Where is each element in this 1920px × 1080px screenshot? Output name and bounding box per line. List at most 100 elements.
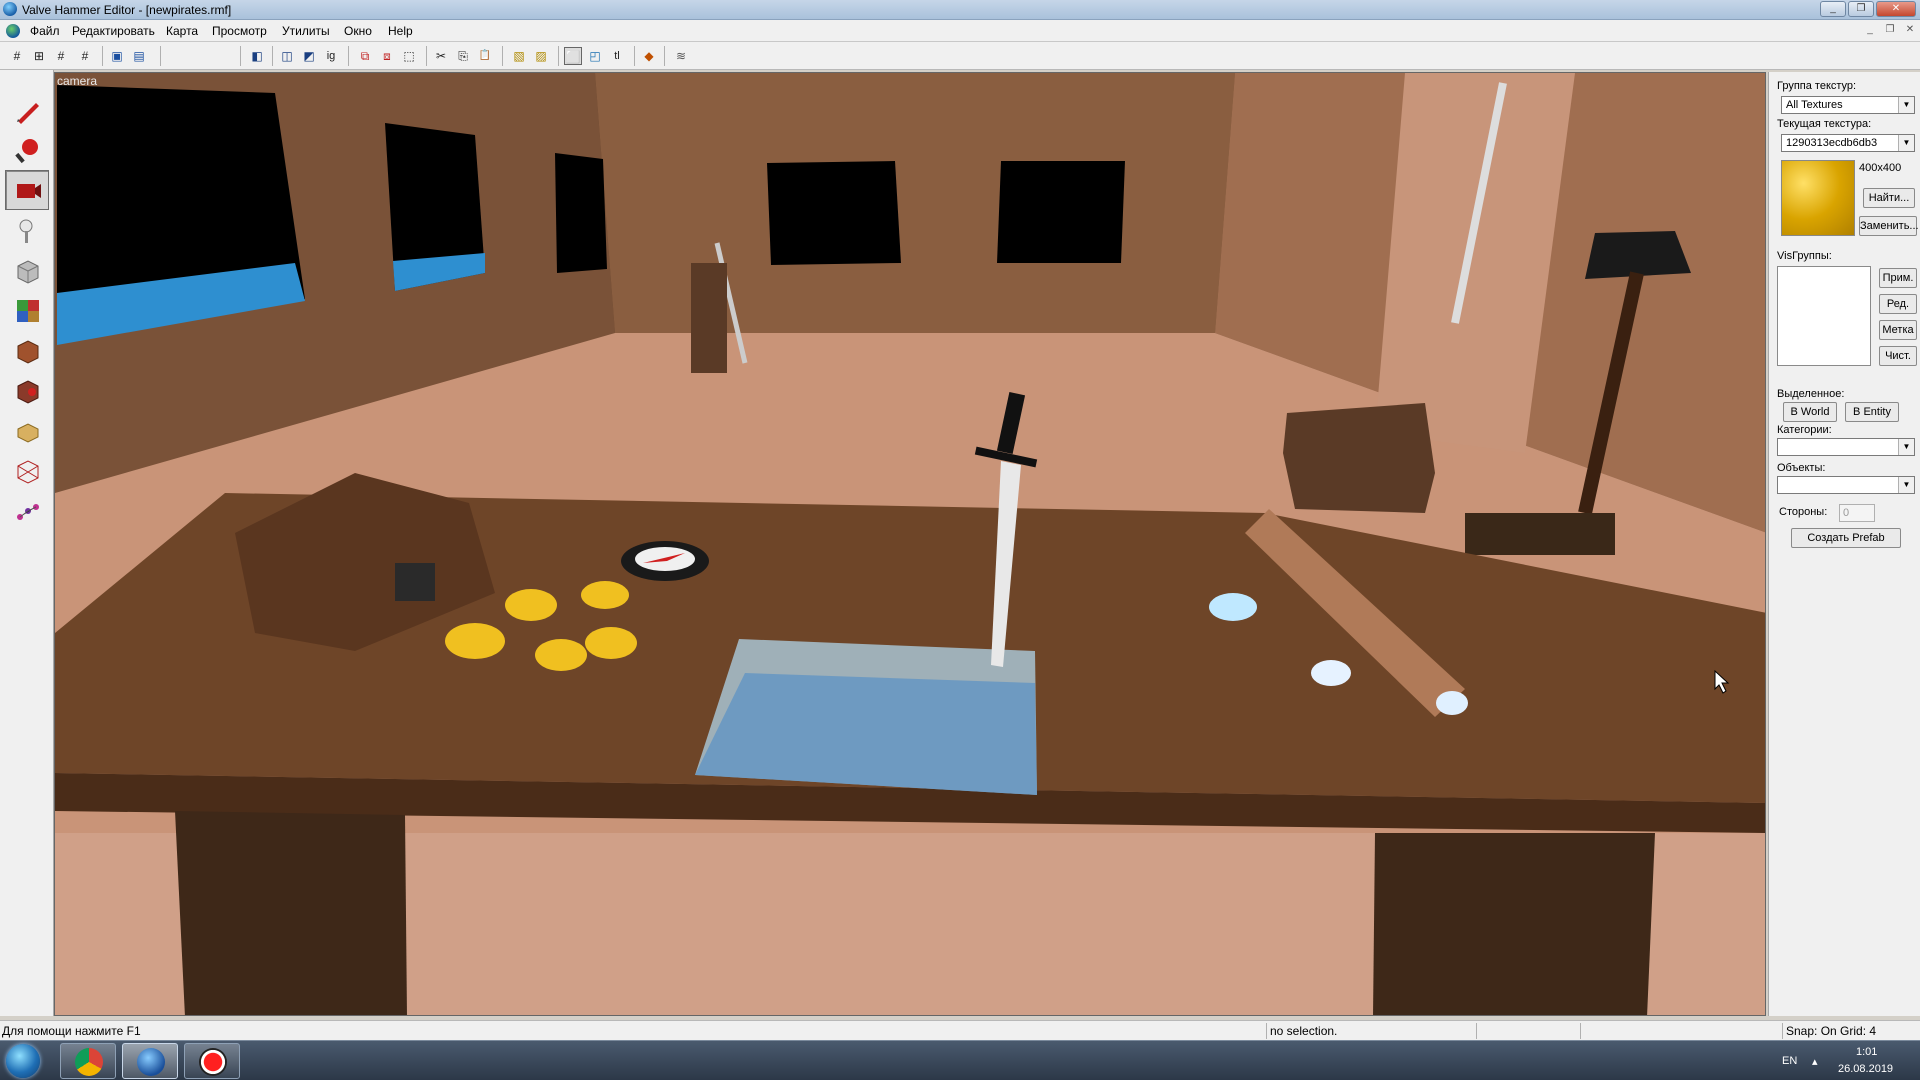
texture-scale-lock-icon[interactable]: ▨ xyxy=(532,47,550,65)
grid-larger-icon[interactable]: # xyxy=(76,47,94,65)
load-window-state-icon[interactable]: ◧ xyxy=(248,47,266,65)
apply-texture-icon[interactable] xyxy=(5,330,49,370)
clock-time[interactable]: 1:01 xyxy=(1856,1046,1877,1058)
texture-lock-icon[interactable]: ▧ xyxy=(510,47,528,65)
hollow-icon[interactable]: ⧈ xyxy=(378,47,396,65)
current-texture-value: 1290313ecdb6db3 xyxy=(1786,137,1878,149)
block-tool-icon[interactable] xyxy=(5,250,49,290)
texture-size: 400x400 xyxy=(1859,162,1902,174)
texture-preview[interactable] xyxy=(1781,160,1855,236)
menu-window[interactable]: Окно xyxy=(344,24,372,38)
overlay-tool-icon[interactable] xyxy=(5,410,49,450)
group-icon[interactable]: ▣ xyxy=(108,47,126,65)
menu-map[interactable]: Карта xyxy=(166,24,198,38)
current-texture-select[interactable]: 1290313ecdb6db3 ▼ xyxy=(1781,134,1915,152)
mark-button[interactable]: Метка xyxy=(1879,320,1917,340)
document-icon[interactable] xyxy=(6,24,20,38)
magnify-tool-glyph xyxy=(15,139,38,164)
cut-icon[interactable]: ✂ xyxy=(432,47,450,65)
replace-button[interactable]: Заменить... xyxy=(1859,216,1919,236)
mdi-close-button[interactable]: ✕ xyxy=(1902,24,1918,37)
find-button[interactable]: Найти... xyxy=(1863,188,1915,208)
hammer-app-icon xyxy=(3,2,17,16)
categories-select[interactable]: ▼ xyxy=(1777,438,1915,456)
make-solid-icon[interactable]: ⬚ xyxy=(400,47,418,65)
chevron-down-icon[interactable]: ▼ xyxy=(1898,97,1914,113)
taskbar-recorder[interactable] xyxy=(184,1043,240,1079)
visgroups-label: VisГруппы: xyxy=(1777,250,1832,262)
menu-help[interactable]: Help xyxy=(388,24,413,38)
application-window: Valve Hammer Editor - [newpirates.rmf] _… xyxy=(0,0,1920,1080)
edit-button[interactable]: Ред. xyxy=(1879,294,1917,314)
clip-tool-icon[interactable] xyxy=(5,450,49,490)
selection-tool-icon[interactable] xyxy=(5,90,49,130)
toolbar-separator xyxy=(634,46,635,66)
objects-select[interactable]: ▼ xyxy=(1777,476,1915,494)
copy-icon[interactable]: ⎘ xyxy=(454,47,472,65)
ungroup-icon[interactable]: ▤ xyxy=(130,47,148,65)
gold-coin xyxy=(581,581,629,609)
tie-to-entity-icon[interactable]: tl xyxy=(608,47,626,65)
chevron-down-icon[interactable]: ▼ xyxy=(1898,439,1914,455)
maximize-button[interactable]: ❐ xyxy=(1848,1,1874,17)
selection-box-icon[interactable]: ⬜ xyxy=(564,47,582,65)
taskbar-hammer[interactable] xyxy=(122,1043,178,1079)
texture-tool-icon[interactable] xyxy=(5,290,49,330)
magnify-tool-icon[interactable] xyxy=(5,130,49,170)
tray-expand-icon[interactable]: ▴ xyxy=(1812,1055,1818,1068)
gem xyxy=(1209,593,1257,621)
status-divider xyxy=(1476,1023,1477,1039)
visgroups-list[interactable] xyxy=(1777,266,1871,366)
purge-button[interactable]: Чист. xyxy=(1879,346,1917,366)
menu-view[interactable]: Просмотр xyxy=(212,24,267,38)
selection-tool-glyph xyxy=(17,103,39,124)
vertex-tool-icon[interactable] xyxy=(5,490,49,530)
decal-tool-icon[interactable] xyxy=(5,370,49,410)
camera-tool-icon[interactable] xyxy=(5,170,49,210)
status-divider xyxy=(1580,1023,1581,1039)
close-button[interactable]: ✕ xyxy=(1876,1,1916,17)
chevron-down-icon[interactable]: ▼ xyxy=(1898,135,1914,151)
vertex-tool-glyph xyxy=(17,504,39,520)
menu-edit[interactable]: Редактировать xyxy=(72,24,155,38)
carve-icon[interactable]: ⧉ xyxy=(356,47,374,65)
window-title: Valve Hammer Editor - [newpirates.rmf] xyxy=(22,3,232,17)
viewport-label[interactable]: camera xyxy=(57,74,97,88)
menu-tools[interactable]: Утилиты xyxy=(282,24,330,38)
categories-label: Категории: xyxy=(1777,424,1832,436)
grid-smaller-icon[interactable]: # xyxy=(52,47,70,65)
texture-group-value: All Textures xyxy=(1786,99,1843,111)
menu-bar: Файл Редактировать Карта Просмотр Утилит… xyxy=(0,20,1920,42)
apply-button[interactable]: Прим. xyxy=(1879,268,1917,288)
to-world-button[interactable]: В World xyxy=(1783,402,1837,422)
select-by-handles-icon[interactable]: ◰ xyxy=(586,47,604,65)
hide-selected-icon[interactable]: ◫ xyxy=(278,47,296,65)
taskbar-chrome[interactable] xyxy=(60,1043,116,1079)
hammer-icon xyxy=(137,1048,165,1076)
faces-spinner[interactable]: 0 xyxy=(1839,504,1875,522)
run-map-icon[interactable]: ◆ xyxy=(640,47,658,65)
minimize-button[interactable]: _ xyxy=(1820,1,1846,17)
gold-coin xyxy=(445,623,505,659)
hide-unselected-icon[interactable]: ◩ xyxy=(300,47,318,65)
paste-icon[interactable]: 📋 xyxy=(476,47,494,65)
camera-viewport[interactable]: camera xyxy=(54,72,1766,1016)
lamp-shade xyxy=(1585,231,1691,279)
grid-toggle-icon[interactable]: # xyxy=(8,47,26,65)
mdi-minimize-button[interactable]: _ xyxy=(1862,24,1878,37)
clock-date[interactable]: 26.08.2019 xyxy=(1838,1063,1893,1075)
language-indicator[interactable]: EN xyxy=(1782,1055,1797,1067)
entity-report-icon[interactable]: ≋ xyxy=(672,47,690,65)
mdi-restore-button[interactable]: ❐ xyxy=(1882,24,1898,37)
entity-tool-icon[interactable] xyxy=(5,210,49,250)
grid-3d-icon[interactable]: ⊞ xyxy=(30,47,48,65)
create-prefab-button[interactable]: Создать Prefab xyxy=(1791,528,1901,548)
menu-file[interactable]: Файл xyxy=(30,24,60,38)
chevron-down-icon[interactable]: ▼ xyxy=(1898,477,1914,493)
status-divider xyxy=(1782,1023,1783,1039)
ignore-group-icon[interactable]: ig xyxy=(322,47,340,65)
texture-group-select[interactable]: All Textures ▼ xyxy=(1781,96,1915,114)
start-button[interactable] xyxy=(6,1044,40,1078)
to-entity-button[interactable]: В Entity xyxy=(1845,402,1899,422)
texture-tool-glyph xyxy=(17,300,39,322)
